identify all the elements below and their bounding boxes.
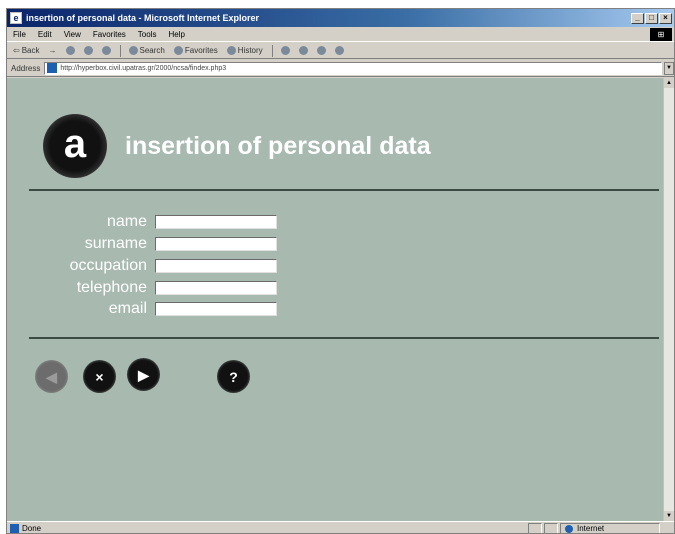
toolbar: ⇦ Back → Search Favorites History	[7, 43, 674, 59]
name-label: name	[106, 213, 147, 230]
print-button[interactable]	[298, 46, 308, 55]
zone-label: Internet	[577, 524, 605, 533]
status-text: Done	[22, 524, 42, 533]
mail-button[interactable]	[280, 46, 290, 55]
play-arrow-icon: ▶	[138, 366, 149, 383]
question-mark-icon: ?	[229, 368, 238, 385]
favorites-label: Favorites	[184, 46, 218, 55]
next-button[interactable]: ▶	[127, 358, 160, 391]
forward-button[interactable]: →	[49, 46, 57, 55]
security-zone: Internet	[560, 523, 660, 533]
favorites-icon	[173, 46, 183, 55]
menu-favorites[interactable]: Favorites	[93, 30, 126, 39]
page-content: a insertion of personal data name surnam…	[7, 78, 665, 521]
window-controls: _ □ ×	[631, 12, 672, 24]
mail-icon	[280, 46, 290, 55]
address-url: http://hyperbox.civil.upatras.gr/2000/nc…	[60, 64, 227, 72]
close-icon: ×	[95, 368, 104, 385]
print-icon	[298, 46, 308, 55]
search-icon	[128, 46, 138, 55]
windows-logo-icon: ⊞	[650, 28, 672, 41]
menu-bar: File Edit View Favorites Tools Help ⊞	[7, 27, 674, 42]
history-icon	[226, 46, 236, 55]
email-label: email	[108, 300, 147, 317]
refresh-icon	[83, 46, 93, 55]
scroll-up-icon[interactable]: ▲	[664, 78, 674, 88]
title-bar: e insertion of personal data - Microsoft…	[7, 9, 674, 27]
maximize-button[interactable]: □	[645, 12, 658, 24]
menu-view[interactable]: View	[64, 30, 81, 39]
status-cell	[544, 523, 558, 533]
form-row-name: name	[37, 212, 297, 232]
page-icon	[47, 63, 58, 73]
done-page-icon	[10, 524, 19, 533]
discuss-button[interactable]	[334, 46, 344, 55]
form-row-email: email	[37, 299, 297, 319]
search-button[interactable]: Search	[128, 46, 165, 55]
logo-letter: a	[63, 122, 87, 166]
back-nav-button[interactable]: ◀	[35, 360, 68, 393]
home-icon	[101, 46, 111, 55]
scroll-down-icon[interactable]: ▼	[664, 511, 674, 521]
toolbar-separator	[119, 44, 121, 57]
back-button[interactable]: ⇦ Back	[13, 46, 40, 55]
divider	[29, 189, 659, 191]
ie-page-icon: e	[10, 12, 22, 24]
forward-arrow-icon: →	[48, 46, 57, 55]
status-cell	[528, 523, 542, 533]
edit-button[interactable]	[316, 46, 326, 55]
address-label: Address	[11, 63, 41, 73]
globe-icon	[565, 524, 573, 533]
minimize-button[interactable]: _	[631, 12, 644, 24]
toolbar-separator	[271, 44, 273, 57]
vertical-scrollbar[interactable]: ▲ ▼	[663, 78, 674, 521]
help-button[interactable]: ?	[217, 360, 250, 393]
telephone-label: telephone	[76, 279, 147, 296]
menu-tools[interactable]: Tools	[138, 30, 157, 39]
status-bar: Done Internet	[7, 521, 674, 533]
stop-icon	[65, 46, 75, 55]
telephone-input[interactable]	[155, 281, 277, 295]
occupation-input[interactable]	[155, 259, 277, 273]
browser-window: e insertion of personal data - Microsoft…	[6, 8, 675, 534]
address-dropdown-icon[interactable]: ▼	[664, 61, 674, 75]
refresh-button[interactable]	[83, 46, 93, 55]
stop-button[interactable]	[65, 46, 75, 55]
back-arrow-icon: ◀	[46, 368, 57, 385]
discuss-icon	[334, 46, 344, 55]
form-row-telephone: telephone	[37, 278, 297, 298]
name-input[interactable]	[155, 215, 277, 229]
divider	[29, 337, 659, 339]
window-title: insertion of personal data - Microsoft I…	[26, 13, 260, 23]
search-label: Search	[139, 46, 165, 55]
surname-input[interactable]	[155, 237, 277, 251]
home-button[interactable]	[101, 46, 111, 55]
history-label: History	[237, 46, 263, 55]
edit-icon	[316, 46, 326, 55]
menu-help[interactable]: Help	[168, 30, 184, 39]
email-input[interactable]	[155, 302, 277, 316]
favorites-button[interactable]: Favorites	[173, 46, 218, 55]
menu-edit[interactable]: Edit	[38, 30, 52, 39]
clear-button[interactable]: ×	[83, 360, 116, 393]
menu-file[interactable]: File	[13, 30, 26, 39]
occupation-label: occupation	[69, 257, 147, 274]
address-input[interactable]: http://hyperbox.civil.upatras.gr/2000/nc…	[44, 61, 662, 75]
form-row-occupation: occupation	[37, 256, 297, 276]
history-button[interactable]: History	[226, 46, 263, 55]
logo-icon: a	[43, 114, 107, 178]
form-row-surname: surname	[37, 234, 297, 254]
address-bar: Address http://hyperbox.civil.upatras.gr…	[7, 60, 674, 77]
page-title: insertion of personal data	[125, 132, 431, 160]
surname-label: surname	[84, 235, 147, 252]
back-label: Back	[21, 46, 40, 55]
close-button[interactable]: ×	[659, 12, 672, 24]
back-arrow-icon: ⇦	[13, 46, 20, 55]
